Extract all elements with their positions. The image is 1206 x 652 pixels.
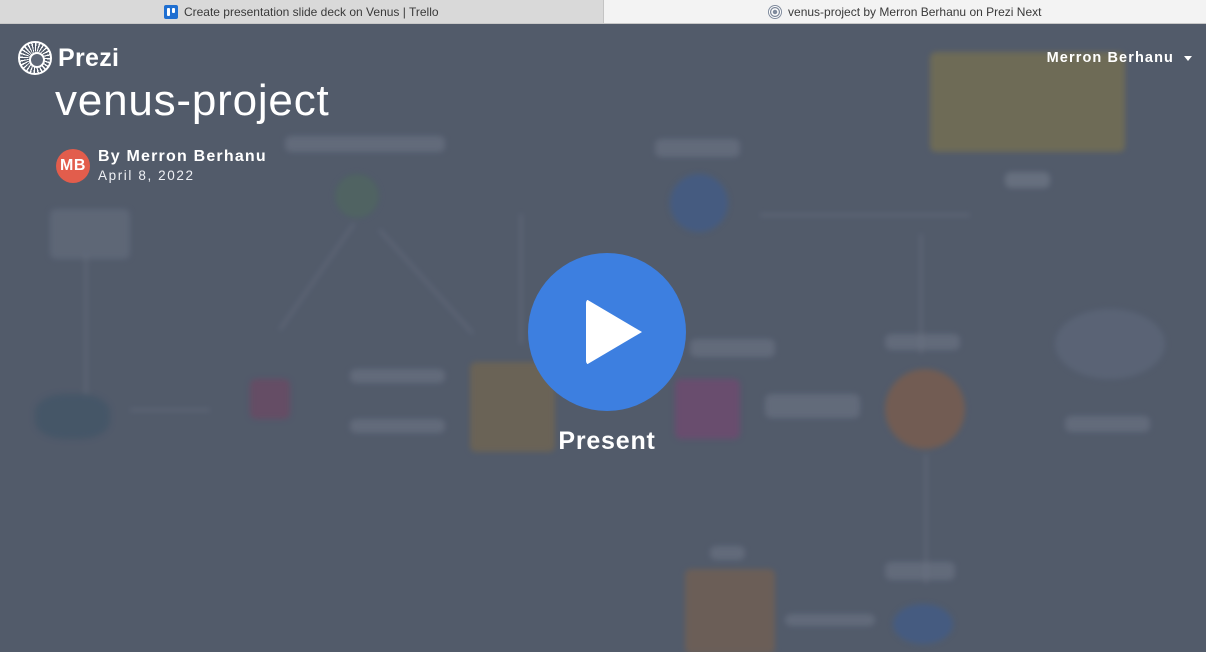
author-text: By Merron Berhanu April 8, 2022 xyxy=(98,148,267,183)
prezi-logo[interactable]: Prezi xyxy=(18,41,119,75)
logo-text: Prezi xyxy=(58,43,120,72)
browser-tab-bar: Create presentation slide deck on Venus … xyxy=(0,0,1206,24)
user-menu[interactable]: Merron Berhanu xyxy=(1047,50,1192,66)
play-button[interactable] xyxy=(528,253,686,411)
avatar: MB xyxy=(56,148,90,183)
present-label[interactable]: Present xyxy=(507,427,707,456)
chevron-down-icon xyxy=(1184,55,1192,61)
user-name: Merron Berhanu xyxy=(1046,50,1174,66)
presentation-date: April 8, 2022 xyxy=(98,168,195,183)
author-info: MB By Merron Berhanu April 8, 2022 xyxy=(56,148,267,183)
trello-icon xyxy=(163,4,178,19)
tab-prezi[interactable]: venus-project by Merron Berhanu on Prezi… xyxy=(603,0,1206,23)
author-name: By Merron Berhanu xyxy=(98,148,267,165)
presentation-title: venus-project xyxy=(55,76,330,125)
play-icon xyxy=(586,299,642,365)
tab-title: venus-project by Merron Berhanu on Prezi… xyxy=(788,4,1042,19)
prezi-logo-icon xyxy=(18,41,52,75)
tab-trello[interactable]: Create presentation slide deck on Venus … xyxy=(0,0,604,23)
tab-title: Create presentation slide deck on Venus … xyxy=(183,4,439,19)
presentation-canvas[interactable]: Prezi Merron Berhanu venus-project MB By… xyxy=(0,24,1206,652)
prezi-icon xyxy=(768,4,783,19)
